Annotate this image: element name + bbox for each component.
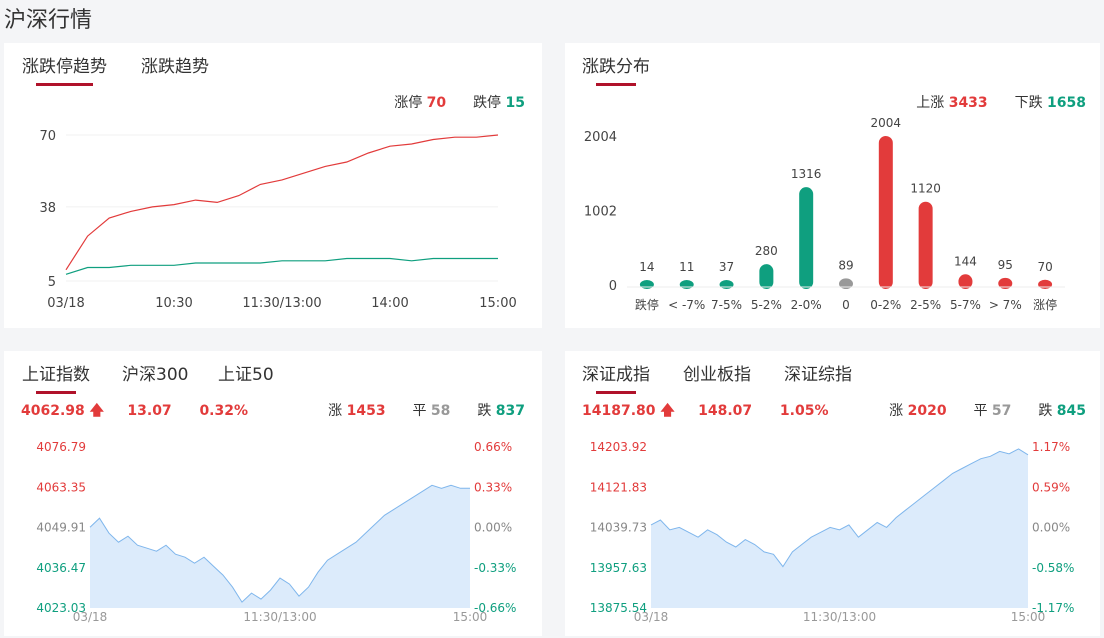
price-area: [651, 448, 1028, 608]
x-tick-label: 11:30/13:00: [242, 296, 321, 311]
series-line-0: [65, 134, 499, 271]
pct-tick-label: 0.00%: [474, 521, 512, 535]
distribution-chart: 2004 1002 0 14 跌停 11 < -7% 37 7-5% 280 5-2% 1316 2-0…: [584, 116, 1065, 312]
y-tick-label: 38: [39, 201, 56, 216]
pct-tick-label: 0.59%: [1032, 480, 1070, 494]
sh-index-panel: 上证指数 沪深300 上证50 4062.98 🡅 13.07 0.32% 涨 …: [4, 351, 542, 636]
sz-index-panel: 深证成指 创业板指 深证综指 14187.80 🡅 148.07 1.05% 涨…: [565, 351, 1100, 636]
pct-tick-label: 0.66%: [474, 440, 512, 454]
bar-value-label: 95: [998, 258, 1013, 272]
pct-tick-label: -0.33%: [474, 561, 516, 575]
bar-value-label: 89: [838, 258, 853, 272]
sh-index-chart: 4076.79 0.66% 4063.35 0.33% 4049.91 0.00% 4036…: [36, 440, 516, 624]
bar-value-label: 11: [679, 260, 694, 274]
x-tick-label: 11:30/13:00: [243, 610, 316, 624]
page-title: 沪深行情: [4, 8, 93, 33]
x-tick-label: 14:00: [371, 296, 408, 311]
series-line-1: [65, 257, 498, 275]
bar-category-label: 7-5%: [711, 298, 742, 312]
bar: [1038, 279, 1053, 289]
y-tick-label: 70: [39, 129, 56, 144]
bar-category-label: 2-5%: [910, 298, 941, 312]
x-tick-label: 10:30: [155, 296, 192, 311]
y-tick-label: 1002: [584, 205, 617, 220]
bar: [679, 280, 694, 289]
bar: [918, 201, 933, 289]
bar-category-label: 5-7%: [950, 298, 981, 312]
limit-trend-panel: 涨跌停趋势 涨跌趋势 涨停 70 跌停 15 70 38 5 03/18 10:30 11…: [4, 43, 542, 328]
sz-index-chart: 14203.92 1.17% 14121.83 0.59% 14039.73 0.00% 1…: [590, 440, 1075, 624]
bar-value-label: 1120: [910, 182, 941, 196]
price-area: [90, 485, 470, 608]
y-tick-label: 0: [609, 279, 617, 294]
bar-category-label: 2-0%: [791, 298, 822, 312]
limit-trend-chart: 70 38 5 03/18 10:30 11:30/13:00 14:00 15:00: [39, 129, 516, 311]
bar: [719, 280, 734, 289]
pct-tick-label: -0.58%: [1032, 561, 1074, 575]
x-tick-label: 11:30/13:00: [803, 610, 876, 624]
y-tick-label: 5: [48, 275, 56, 290]
bar-value-label: 1316: [791, 167, 822, 181]
y-tick-label: 13957.63: [590, 561, 647, 575]
y-tick-label: 2004: [584, 130, 617, 145]
x-tick-label: 03/18: [634, 610, 669, 624]
bar-category-label: 跌停: [635, 297, 659, 312]
y-tick-label: 4063.35: [36, 480, 86, 494]
y-tick-label: 14203.92: [590, 440, 647, 454]
x-tick-label: 03/18: [73, 610, 108, 624]
bar-value-label: 14: [639, 260, 654, 274]
x-tick-label: 15:00: [479, 296, 516, 311]
bar: [878, 136, 893, 289]
y-tick-label: 4049.91: [36, 521, 86, 535]
bar-value-label: 37: [719, 260, 734, 274]
pct-tick-label: 0.33%: [474, 480, 512, 494]
y-tick-label: 14121.83: [590, 480, 647, 494]
bar-category-label: 5-2%: [751, 298, 782, 312]
pct-tick-label: 0.00%: [1032, 521, 1070, 535]
bar-category-label: 0: [842, 298, 850, 312]
y-tick-label: 14039.73: [590, 521, 647, 535]
bar-value-label: 2004: [871, 116, 902, 130]
bar: [759, 264, 774, 289]
bar-category-label: > 7%: [989, 298, 1022, 312]
x-tick-label: 03/18: [47, 296, 84, 311]
bar-value-label: 280: [755, 244, 778, 258]
y-tick-label: 4076.79: [36, 440, 86, 454]
x-tick-label: 15:00: [453, 610, 488, 624]
bar: [639, 280, 654, 289]
x-tick-label: 15:00: [1011, 610, 1046, 624]
bar: [799, 187, 814, 289]
bar-category-label: 0-2%: [870, 298, 901, 312]
bar-value-label: 70: [1037, 260, 1052, 274]
bar-value-label: 144: [954, 254, 977, 268]
pct-tick-label: 1.17%: [1032, 440, 1070, 454]
y-tick-label: 4036.47: [36, 561, 86, 575]
bar-category-label: < -7%: [668, 298, 705, 312]
distribution-panel: 涨跌分布 上涨 3433 下跌 1658 2004 1002 0 14 跌停 11 < -7…: [565, 43, 1100, 328]
bar-category-label: 涨停: [1033, 297, 1057, 312]
